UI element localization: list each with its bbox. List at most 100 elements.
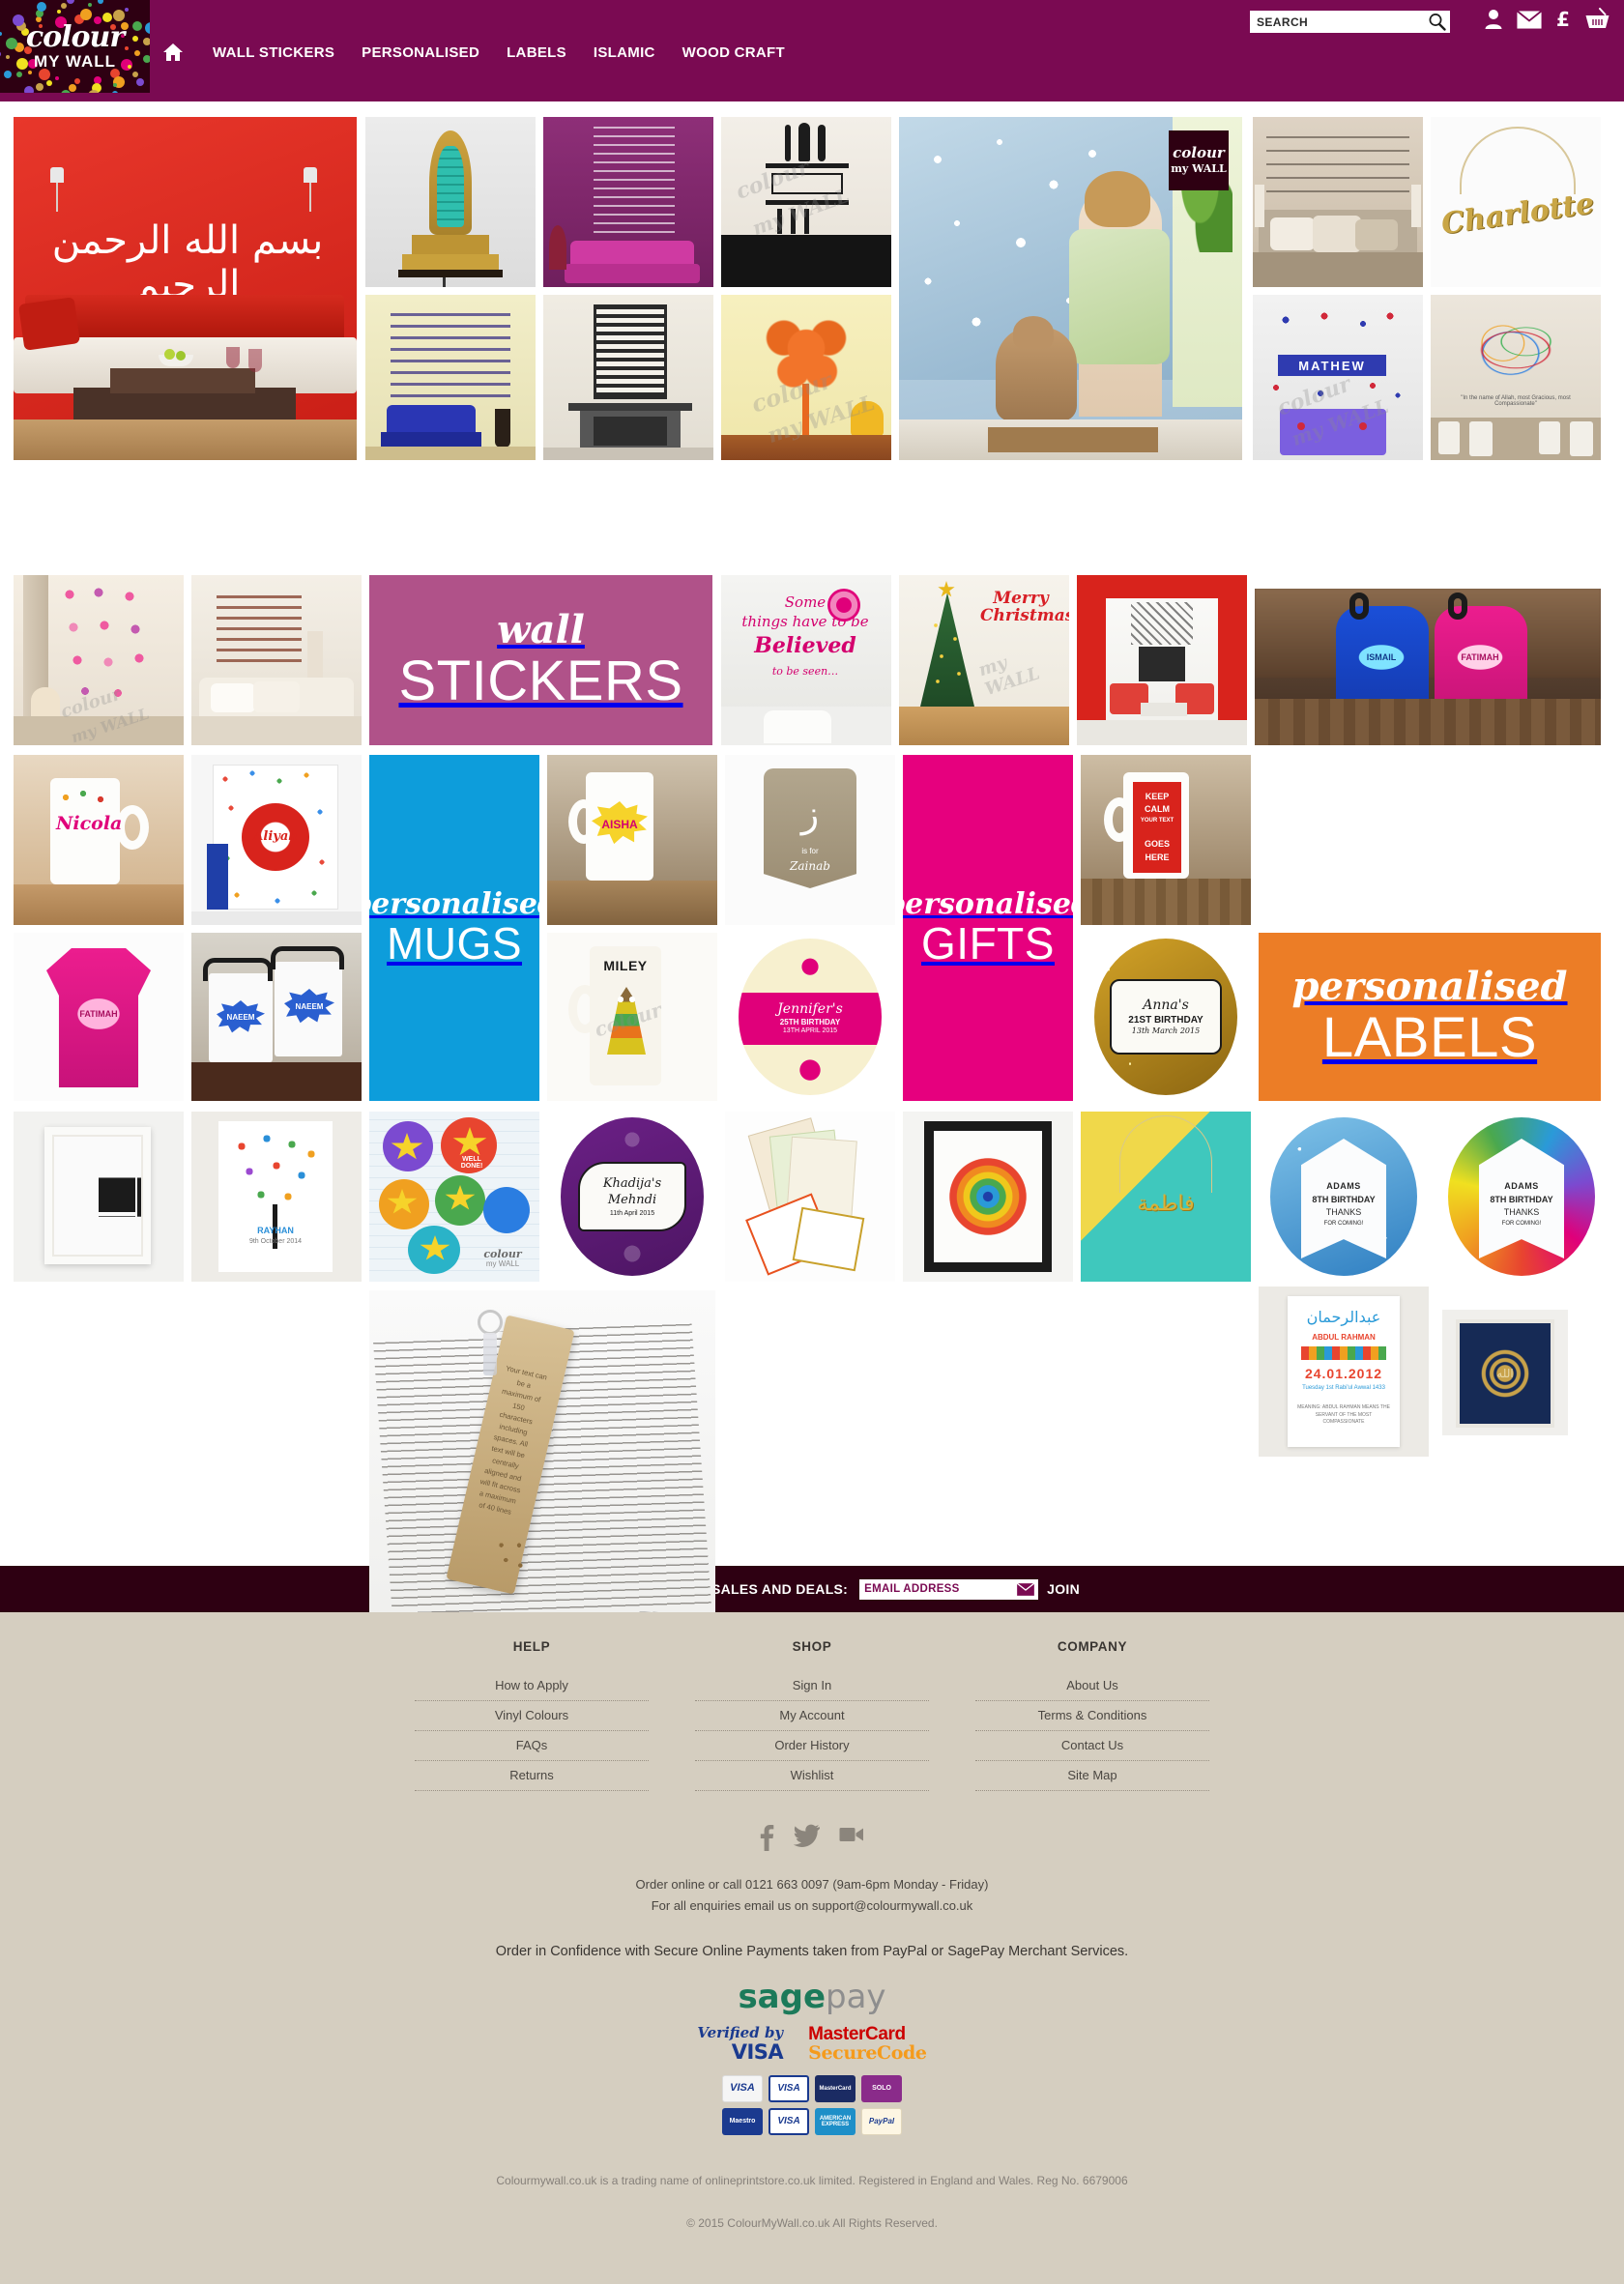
american-express-card: AMERICAN EXPRESS bbox=[815, 2107, 856, 2135]
tile-zainab-cushion[interactable]: ز is for Zainab bbox=[725, 755, 895, 925]
tile-promo-personalised-gifts[interactable]: personalised GIFTS bbox=[903, 755, 1073, 1101]
video-icon[interactable] bbox=[839, 1824, 864, 1856]
tile-orange-tree-sticker[interactable]: colour my WALL bbox=[721, 295, 891, 460]
contact-email-line: For all enquiries email us on support@co… bbox=[651, 1898, 973, 1913]
account-icon[interactable] bbox=[1484, 9, 1503, 35]
tile-naeem-bags[interactable]: NAEEM NAEEM bbox=[191, 933, 362, 1101]
nav-item-personalised[interactable]: PERSONALISED bbox=[348, 44, 493, 61]
legal-copyright: © 2015 ColourMyWall.co.uk All Rights Res… bbox=[686, 2215, 938, 2230]
tile-framed-black-white-art[interactable] bbox=[14, 1112, 184, 1282]
visa-electron-card: VISA bbox=[768, 2107, 809, 2135]
footer-link-vinyl-colours[interactable]: Vinyl Colours bbox=[415, 1701, 649, 1731]
tile-annas-21st-gold-label[interactable]: Anna's 21ST BIRTHDAY 13th March 2015 bbox=[1081, 933, 1251, 1101]
tile-keep-calm-mug[interactable]: KEEP CALM YOUR TEXT GOES HERE bbox=[1081, 755, 1251, 925]
nav-item-islamic[interactable]: ISLAMIC bbox=[580, 44, 669, 61]
tile-snowflake-window-girl[interactable]: colour my WALL bbox=[899, 117, 1242, 460]
tile-promo-wall-stickers[interactable]: wall STICKERS bbox=[369, 575, 712, 745]
tile-navy-gold-islamic-art[interactable]: الله bbox=[1442, 1310, 1568, 1435]
product-mosaic-grid: بسم الله الرحمن الرحيم colour my WALL co… bbox=[0, 101, 1624, 1633]
footer-link-faqs[interactable]: FAQs bbox=[415, 1731, 649, 1761]
footer-link-wishlist[interactable]: Wishlist bbox=[695, 1761, 929, 1791]
twitter-icon[interactable] bbox=[793, 1824, 821, 1856]
tile-colourful-swirl-arabic[interactable]: "In the name of Allah, most Gracious, mo… bbox=[1431, 295, 1601, 460]
footer-column-title-help: HELP bbox=[512, 1639, 551, 1654]
footer-link-order-history[interactable]: Order History bbox=[695, 1731, 929, 1761]
footer-link-sign-in[interactable]: Sign In bbox=[695, 1671, 929, 1701]
payment-cards-row-2: Maestro VISA AMERICAN EXPRESS PayPal bbox=[0, 2107, 1624, 2135]
tile-abdul-rahman-name-print[interactable]: عبدالرحمان ABDUL RAHMAN 24.01.2012 Tuesd… bbox=[1259, 1287, 1429, 1457]
search-input[interactable] bbox=[1250, 11, 1450, 33]
msc-line2: SecureCode bbox=[808, 2041, 927, 2064]
site-logo[interactable]: colour MY WALL bbox=[0, 0, 150, 93]
tile-mathew-stars-wall[interactable]: MATHEW colour my WALL bbox=[1253, 295, 1423, 460]
tile-rayhan-letter-tree[interactable]: RAYHAN 9th October 2014 bbox=[191, 1112, 362, 1282]
tile-bedroom-arabic-brown[interactable] bbox=[191, 575, 362, 745]
tile-promo-personalised-labels[interactable]: personalised LABELS bbox=[1259, 933, 1601, 1101]
footer-link-returns[interactable]: Returns bbox=[415, 1761, 649, 1791]
tile-purple-ayat-wall[interactable] bbox=[543, 117, 713, 287]
tile-charlotte-name-necklace[interactable]: Charlotte bbox=[1431, 117, 1601, 287]
nav-item-labels[interactable]: LABELS bbox=[493, 44, 580, 61]
mastercard-card: MasterCard bbox=[815, 2074, 856, 2102]
tile-mandala-frame-art[interactable] bbox=[903, 1112, 1073, 1282]
newsletter-join-button[interactable]: JOIN bbox=[1047, 1581, 1080, 1597]
tile-jennifer-birthday-label[interactable]: Jennifer's 25TH BIRTHDAY 13TH APRIL 2015 bbox=[725, 933, 895, 1101]
nav-item-wall-stickers[interactable]: WALL STICKERS bbox=[199, 44, 348, 61]
tile-fatimah-pink-tshirt[interactable]: FATIMAH bbox=[14, 933, 184, 1101]
nav-item-wood-craft[interactable]: WOOD CRAFT bbox=[669, 44, 798, 61]
tile-pink-flowers-wall[interactable]: colour my WALL bbox=[14, 575, 184, 745]
tile-merry-christmas-tree[interactable]: Merry Christmas my WALL bbox=[899, 575, 1069, 745]
footer-link-contact-us[interactable]: Contact Us bbox=[975, 1731, 1209, 1761]
tile-bedroom-stay-awake-quote[interactable] bbox=[1253, 117, 1423, 287]
footer-column-company: COMPANY About Us Terms & Conditions Cont… bbox=[975, 1639, 1209, 1791]
footer-column-title-shop: SHOP bbox=[792, 1639, 832, 1654]
footer-column-shop: SHOP Sign In My Account Order History Wi… bbox=[695, 1639, 929, 1791]
promo-block-wall-stickers: STICKERS bbox=[398, 650, 683, 712]
tile-promo-personalised-mugs[interactable]: personalised MUGS bbox=[369, 755, 539, 1101]
footer-link-my-account[interactable]: My Account bbox=[695, 1701, 929, 1731]
tile-khadijas-mehndi-label[interactable]: Khadija's Mehndi 11th April 2015 bbox=[547, 1112, 717, 1282]
tile-islamic-card-stack[interactable] bbox=[725, 1112, 895, 1282]
vbv-line2: VISA bbox=[731, 2039, 784, 2064]
tile-wooden-bookmark[interactable]: Your text can be a maximum of 150 charac… bbox=[369, 1290, 715, 1633]
tile-kitchen-cutlery-quote[interactable]: colour my WALL bbox=[721, 117, 891, 287]
main-navigation: WALL STICKERS PERSONALISED LABELS ISLAMI… bbox=[162, 43, 798, 62]
footer-link-columns: HELP How to Apply Vinyl Colours FAQs Ret… bbox=[0, 1639, 1624, 1791]
tile-reward-star-stickers[interactable]: WELL DONE! colour my WALL bbox=[369, 1112, 539, 1282]
visa-debit-card: VISA bbox=[768, 2074, 809, 2102]
mastercard-securecode-badge: MasterCard SecureCode bbox=[808, 2024, 927, 2064]
home-icon[interactable] bbox=[162, 43, 184, 62]
header-utilities: £ bbox=[1250, 8, 1610, 36]
visa-card: VISA bbox=[722, 2074, 763, 2102]
tile-nicola-mug[interactable]: Nicola bbox=[14, 755, 184, 925]
social-links bbox=[0, 1824, 1624, 1856]
promo-script-wall-stickers: wall bbox=[497, 607, 585, 652]
tile-qul-blue-sofa[interactable] bbox=[365, 295, 536, 460]
tile-miley-owl-mug[interactable]: MILEY colour bbox=[547, 933, 717, 1101]
tile-islamic-lamp-ornament[interactable] bbox=[365, 117, 536, 287]
promo-script-mugs: personalised bbox=[369, 887, 539, 921]
tile-aliyah-polka-bag[interactable]: Aliyah bbox=[191, 755, 362, 925]
tile-kufic-fireplace[interactable] bbox=[543, 295, 713, 460]
footer-link-about-us[interactable]: About Us bbox=[975, 1671, 1209, 1701]
newsletter-email-input[interactable] bbox=[859, 1578, 1039, 1600]
facebook-icon[interactable] bbox=[760, 1824, 774, 1856]
msc-line1: MasterCard bbox=[808, 2024, 906, 2044]
tile-personalised-backpacks[interactable]: ISMAIL FATIMAH bbox=[1255, 589, 1601, 745]
tile-aisha-comic-mug[interactable]: AISHA bbox=[547, 755, 717, 925]
tile-adams-birthday-blue-label[interactable]: ADAMS 8TH BIRTHDAY THANKS FOR COMING! bbox=[1259, 1112, 1429, 1282]
tile-some-things-believed[interactable]: Some things have to be Believed to be seen… bbox=[721, 575, 891, 745]
contact-mail-icon[interactable] bbox=[1516, 9, 1543, 35]
basket-icon[interactable] bbox=[1584, 8, 1610, 36]
footer-link-how-to-apply[interactable]: How to Apply bbox=[415, 1671, 649, 1701]
envelope-icon[interactable] bbox=[1016, 1581, 1036, 1602]
currency-icon[interactable]: £ bbox=[1555, 8, 1572, 35]
tile-red-room-tree-sticker[interactable] bbox=[1077, 575, 1247, 745]
tile-adams-birthday-rainbow-label[interactable]: ADAMS 8TH BIRTHDAY THANKS FOR COMING! bbox=[1436, 1112, 1607, 1282]
footer-link-terms-conditions[interactable]: Terms & Conditions bbox=[975, 1701, 1209, 1731]
tile-fatima-gold-necklace[interactable]: فاطمة bbox=[1081, 1112, 1251, 1282]
tile-bismillah-red-room[interactable]: بسم الله الرحمن الرحيم bbox=[14, 117, 357, 460]
footer-link-site-map[interactable]: Site Map bbox=[975, 1761, 1209, 1791]
search-box bbox=[1250, 11, 1450, 33]
magnifier-icon[interactable] bbox=[1428, 13, 1446, 31]
